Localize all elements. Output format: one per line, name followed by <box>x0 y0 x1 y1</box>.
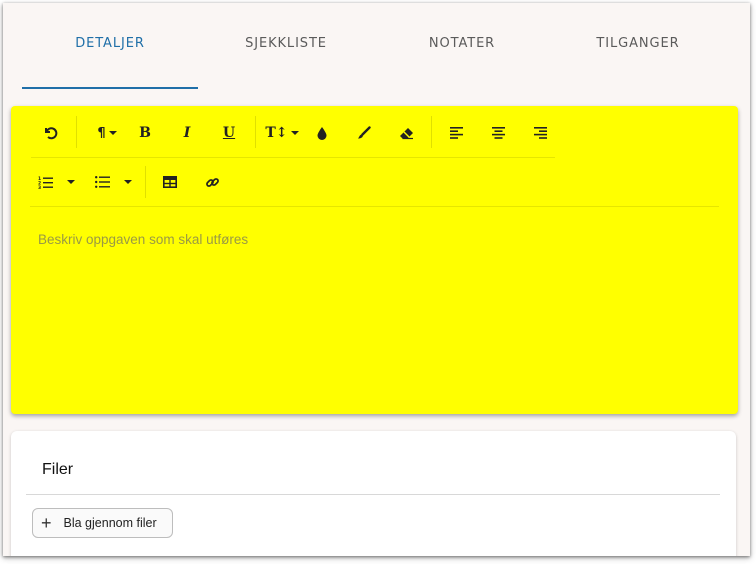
paragraph-format-button[interactable]: ¶ <box>89 118 125 148</box>
plus-icon: + <box>41 513 52 533</box>
align-left-button[interactable] <box>442 118 470 148</box>
eraser-icon <box>399 127 414 140</box>
bold-icon: B <box>139 125 151 141</box>
tab-checklist[interactable]: SJEKKLISTE <box>198 3 374 93</box>
rich-text-editor: ¶ B I U T↕ 1 2 3 Beskriv oppgaven som sk… <box>11 106 738 414</box>
bold-button[interactable]: B <box>131 118 159 148</box>
files-divider <box>26 494 720 495</box>
unordered-list-icon <box>95 176 110 188</box>
undo-button[interactable] <box>37 118 65 148</box>
align-left-icon <box>449 127 463 139</box>
undo-icon <box>43 125 59 141</box>
svg-text:3: 3 <box>38 185 41 189</box>
align-center-icon <box>491 127 505 139</box>
toolbar-bottom-border <box>30 206 719 207</box>
insert-link-button[interactable] <box>198 167 226 197</box>
align-right-button[interactable] <box>526 118 554 148</box>
tab-bar: DETALJER SJEKKLISTE NOTATER TILGANGER <box>3 3 750 93</box>
font-size-icon: T↕ <box>265 125 288 141</box>
editor-placeholder[interactable]: Beskriv oppgaven som skal utføres <box>38 232 248 247</box>
browse-files-button[interactable]: + Bla gjennom filer <box>32 508 173 538</box>
link-icon <box>205 175 220 190</box>
unordered-list-button[interactable] <box>95 167 143 197</box>
italic-icon: I <box>183 125 191 141</box>
toolbar-separator <box>255 116 256 148</box>
chevron-down-icon <box>290 131 299 135</box>
text-color-button[interactable] <box>308 118 336 148</box>
active-tab-indicator <box>22 87 198 89</box>
toolbar-separator <box>431 116 432 148</box>
toolbar-separator <box>76 116 77 148</box>
underline-button[interactable]: U <box>215 118 243 148</box>
browse-files-label: Bla gjennom filer <box>63 516 157 530</box>
toolbar-separator <box>145 166 146 198</box>
highlight-icon <box>357 126 371 140</box>
italic-button[interactable]: I <box>173 118 201 148</box>
task-dialog: DETALJER SJEKKLISTE NOTATER TILGANGER ¶ … <box>3 3 750 556</box>
text-color-icon <box>316 126 328 140</box>
align-right-icon <box>533 127 547 139</box>
font-size-button[interactable]: T↕ <box>265 118 299 148</box>
chevron-down-icon <box>67 180 75 184</box>
tab-notes[interactable]: NOTATER <box>374 3 550 93</box>
table-icon <box>163 176 177 188</box>
insert-table-button[interactable] <box>156 167 184 197</box>
tab-details[interactable]: DETALJER <box>22 3 198 93</box>
tab-access[interactable]: TILGANGER <box>550 3 726 93</box>
underline-icon: U <box>222 125 236 141</box>
highlight-button[interactable] <box>350 118 378 148</box>
ordered-list-icon: 123 <box>38 176 53 189</box>
files-title: Filer <box>42 461 74 478</box>
clear-format-button[interactable] <box>392 118 420 148</box>
chevron-down-icon <box>124 180 132 184</box>
paragraph-icon: ¶ <box>97 125 106 141</box>
ordered-list-button[interactable]: 123 <box>38 167 86 197</box>
align-center-button[interactable] <box>484 118 512 148</box>
files-section: Filer + Bla gjennom filer <box>11 431 736 556</box>
chevron-down-icon <box>108 131 117 135</box>
